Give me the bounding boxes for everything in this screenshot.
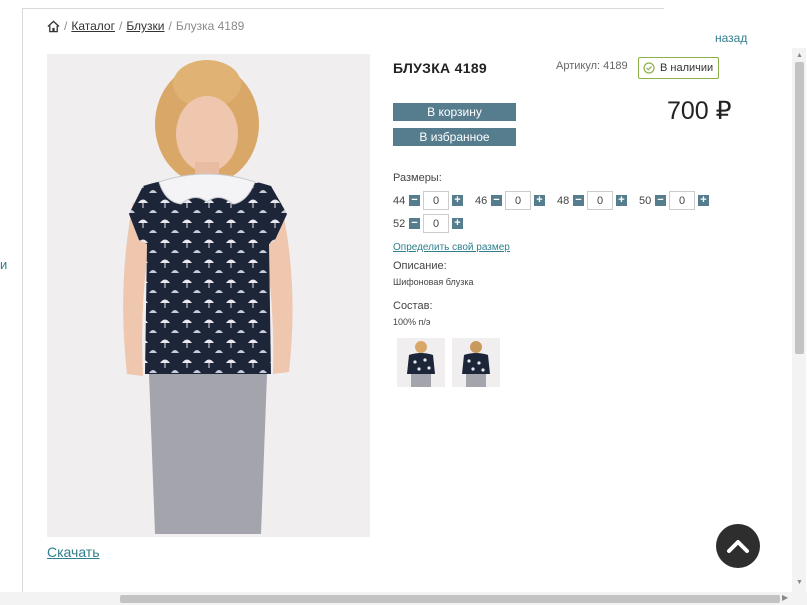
content-top-border [22, 8, 664, 9]
product-photo[interactable] [47, 54, 370, 537]
size-label: 46 [475, 194, 488, 207]
product-photo-illustration [47, 54, 370, 537]
breadcrumb-catalog-link[interactable]: Каталог [71, 19, 115, 33]
breadcrumb-separator: / [168, 19, 172, 33]
decrease-qty-button[interactable]: − [573, 195, 584, 206]
size-row-52: 52 − + [393, 214, 463, 233]
download-link[interactable]: Скачать [47, 544, 100, 560]
product-thumbnail-2[interactable] [452, 338, 500, 387]
scroll-up-arrow-icon[interactable]: ▲ [796, 52, 803, 59]
breadcrumb-current: Блузка 4189 [175, 19, 245, 33]
size-qty-input[interactable] [669, 191, 695, 210]
decrease-qty-button[interactable]: − [409, 218, 420, 229]
size-qty-input[interactable] [423, 191, 449, 210]
increase-qty-button[interactable]: + [534, 195, 545, 206]
description-label: Описание: [393, 260, 447, 272]
size-row-50: 50 − + [639, 191, 709, 210]
horizontal-scrollbar-thumb[interactable] [120, 595, 780, 603]
scroll-right-arrow-icon[interactable]: ▶ [782, 593, 788, 602]
decrease-qty-button[interactable]: − [409, 195, 420, 206]
home-icon[interactable] [47, 20, 60, 33]
composition-label: Состав: [393, 300, 433, 312]
breadcrumb-category-link[interactable]: Блузки [126, 19, 164, 33]
size-qty-input[interactable] [587, 191, 613, 210]
chevron-up-icon [727, 540, 749, 553]
size-qty-input[interactable] [423, 214, 449, 233]
size-row-48: 48 − + [557, 191, 627, 210]
product-sku: Артикул: 4189 [556, 60, 628, 72]
scroll-down-arrow-icon[interactable]: ▼ [796, 579, 803, 586]
size-label: 50 [639, 194, 652, 207]
decrease-qty-button[interactable]: − [491, 195, 502, 206]
sizes-label: Размеры: [393, 172, 442, 184]
add-to-cart-button[interactable]: В корзину [393, 103, 516, 121]
size-row-44: 44 − + [393, 191, 463, 210]
size-qty-input[interactable] [505, 191, 531, 210]
increase-qty-button[interactable]: + [616, 195, 627, 206]
content-left-border [22, 8, 23, 605]
breadcrumb-separator: / [118, 19, 123, 33]
thumbnail-image [452, 338, 500, 387]
thumbnail-image [397, 338, 445, 387]
increase-qty-button[interactable]: + [452, 218, 463, 229]
size-label: 44 [393, 194, 406, 207]
size-label: 52 [393, 217, 406, 230]
size-row-46: 46 − + [475, 191, 545, 210]
size-guide-link[interactable]: Определить свой размер [393, 242, 510, 253]
composition-value: 100% п/э [393, 317, 431, 327]
increase-qty-button[interactable]: + [452, 195, 463, 206]
product-title: БЛУЗКА 4189 [393, 60, 488, 76]
stock-badge: В наличии [638, 57, 719, 79]
breadcrumb: / Каталог / Блузки / Блузка 4189 [47, 19, 244, 33]
size-label: 48 [557, 194, 570, 207]
sidebar-edge-text: и [0, 257, 8, 272]
breadcrumb-separator: / [64, 19, 68, 33]
add-to-favorites-button[interactable]: В избранное [393, 128, 516, 146]
product-price: 700 ₽ [667, 97, 732, 125]
check-circle-icon [643, 62, 655, 74]
vertical-scrollbar-thumb[interactable] [795, 62, 804, 354]
stock-status-text: В наличии [660, 62, 714, 74]
description-value: Шифоновая блузка [393, 277, 474, 287]
back-link[interactable]: назад [715, 31, 747, 45]
product-thumbnail-1[interactable] [397, 338, 445, 387]
decrease-qty-button[interactable]: − [655, 195, 666, 206]
increase-qty-button[interactable]: + [698, 195, 709, 206]
scroll-to-top-button[interactable] [716, 524, 760, 568]
